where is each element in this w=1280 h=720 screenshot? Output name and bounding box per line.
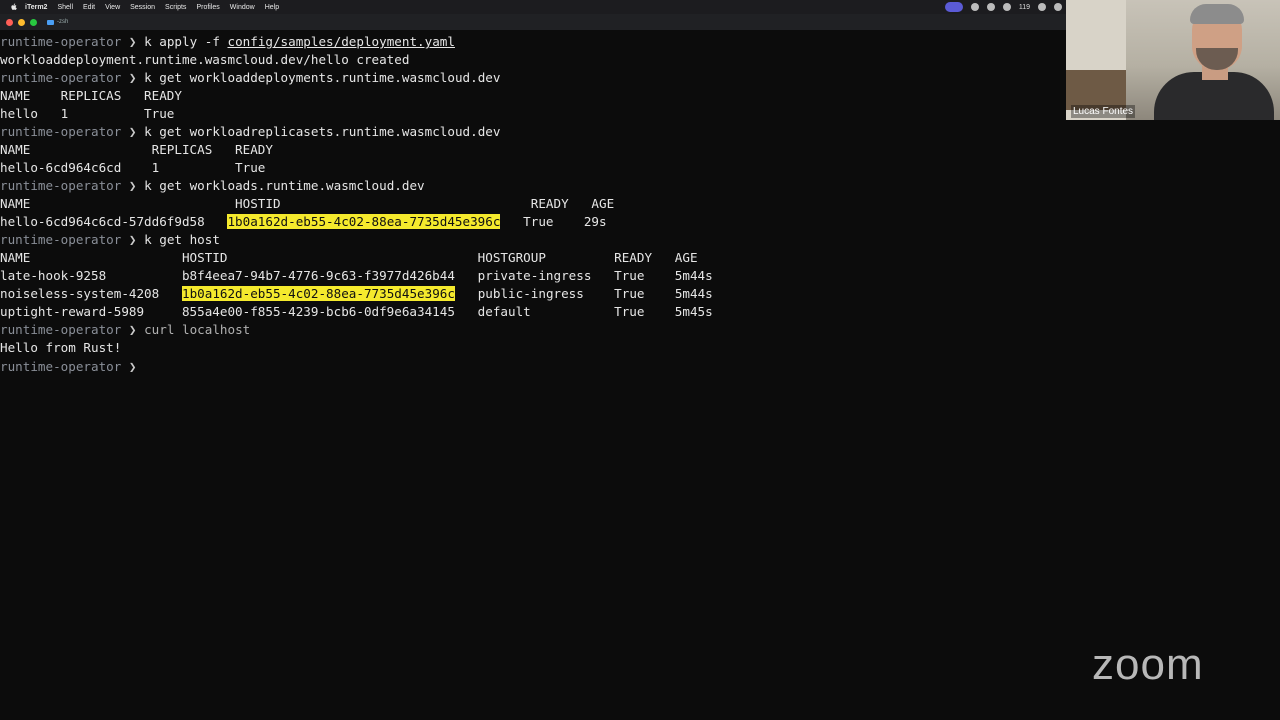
table-header: NAME HOSTID READY AGE <box>0 196 615 211</box>
table-row: hello-6cd964c6cd-57dd6f9d58 1b0a162d-eb5… <box>0 213 1066 231</box>
screen-share-icon[interactable] <box>944 2 963 12</box>
menubar-status-area: 119 <box>944 2 1062 12</box>
terminal-line: runtime-operator ❯ k get workloadreplica… <box>0 124 501 139</box>
terminal-line: runtime-operator ❯ k get workloaddeploym… <box>0 70 501 85</box>
table-header: NAME REPLICAS READY <box>0 88 182 103</box>
command-text: curl localhost <box>144 322 251 337</box>
table-row: uptight-reward-5989 855a4e00-f855-4239-b… <box>0 304 713 319</box>
cursor <box>144 357 153 371</box>
settings-status-icon[interactable] <box>986 3 995 11</box>
command-text: k get workloads.runtime.wasmcloud.dev <box>144 178 425 193</box>
apple-icon[interactable] <box>9 3 19 11</box>
highlighted-hostid: 1b0a162d-eb55-4c02-88ea-7735d45e396c <box>181 286 455 301</box>
command-path[interactable]: config/samples/deployment.yaml <box>227 34 454 49</box>
prompt: runtime-operator <box>0 322 122 337</box>
menu-edit[interactable]: Edit <box>83 4 95 11</box>
prompt: runtime-operator <box>0 124 122 139</box>
menu-scripts[interactable]: Scripts <box>165 4 186 11</box>
highlighted-hostid: 1b0a162d-eb55-4c02-88ea-7735d45e396c <box>227 214 501 229</box>
prompt: runtime-operator <box>0 359 122 374</box>
zoom-logo: zoom <box>1092 640 1204 689</box>
command-text: k get workloadreplicasets.runtime.wasmcl… <box>144 124 501 139</box>
host-details: public-ingress True 5m44s <box>454 286 713 301</box>
terminal-line: runtime-operator ❯ k get host <box>0 232 220 247</box>
terminal-line[interactable]: runtime-operator ❯ <box>0 357 1066 375</box>
terminal-line: workloaddeployment.runtime.wasmcloud.dev… <box>0 52 410 67</box>
command-text: k get workloaddeployments.runtime.wasmcl… <box>144 70 501 85</box>
prompt: runtime-operator <box>0 232 122 247</box>
video-background-shelf <box>1066 70 1126 110</box>
table-header: NAME HOSTID HOSTGROUP READY AGE <box>0 250 698 265</box>
participant-video[interactable]: Lucas Fontes <box>1066 0 1280 120</box>
menu-view[interactable]: View <box>105 4 120 11</box>
terminal-line: runtime-operator ❯ k get workloads.runti… <box>0 178 425 193</box>
table-row: late-hook-9258 b8f4eea7-94b7-4776-9c63-f… <box>0 268 713 283</box>
menu-session[interactable]: Session <box>130 4 155 11</box>
command-text: k get host <box>144 232 220 247</box>
menu-help[interactable]: Help <box>265 4 279 11</box>
cloud-status-icon[interactable] <box>1002 3 1011 11</box>
close-window-icon[interactable] <box>6 18 13 26</box>
prompt: runtime-operator <box>0 34 122 49</box>
folder-icon <box>47 19 54 25</box>
table-row: noiseless-system-4208 1b0a162d-eb55-4c02… <box>0 285 1066 303</box>
menu-shell[interactable]: Shell <box>57 4 73 11</box>
table-header: NAME REPLICAS READY <box>0 142 273 157</box>
wifi-icon[interactable] <box>1038 3 1046 11</box>
menu-app-name[interactable]: iTerm2 <box>25 4 47 11</box>
workload-status: True 29s <box>500 214 607 229</box>
menu-profiles[interactable]: Profiles <box>196 4 219 11</box>
table-row: hello-6cd964c6cd 1 True <box>0 160 266 175</box>
workload-name: hello-6cd964c6cd-57dd6f9d58 <box>0 214 228 229</box>
host-name: noiseless-system-4208 <box>0 286 182 301</box>
participant-name: Lucas Fontes <box>1071 105 1136 118</box>
terminal-tab-strip: -zsh <box>0 14 1066 30</box>
terminal-tab[interactable]: -zsh <box>47 19 68 25</box>
command-text: k apply -f <box>144 34 228 49</box>
battery-icon[interactable] <box>1054 3 1062 11</box>
prompt: runtime-operator <box>0 178 122 193</box>
terminal-output[interactable]: runtime-operator ❯ k apply -f config/sam… <box>0 33 1066 375</box>
status-counter[interactable]: 119 <box>1019 4 1030 11</box>
terminal-line: runtime-operator ❯ k apply -f config/sam… <box>0 34 455 49</box>
prompt: runtime-operator <box>0 70 122 85</box>
zoom-window-icon[interactable] <box>30 18 37 26</box>
minimize-window-icon[interactable] <box>18 18 25 26</box>
command-output: Hello from Rust! <box>0 340 122 355</box>
terminal-line: runtime-operator ❯ curl localhost <box>0 322 251 337</box>
table-row: hello 1 True <box>0 106 175 121</box>
zoom-status-icon[interactable] <box>970 3 979 11</box>
participant-hair <box>1190 4 1244 24</box>
terminal-tab-label: -zsh <box>57 19 69 25</box>
menu-window[interactable]: Window <box>230 4 255 11</box>
